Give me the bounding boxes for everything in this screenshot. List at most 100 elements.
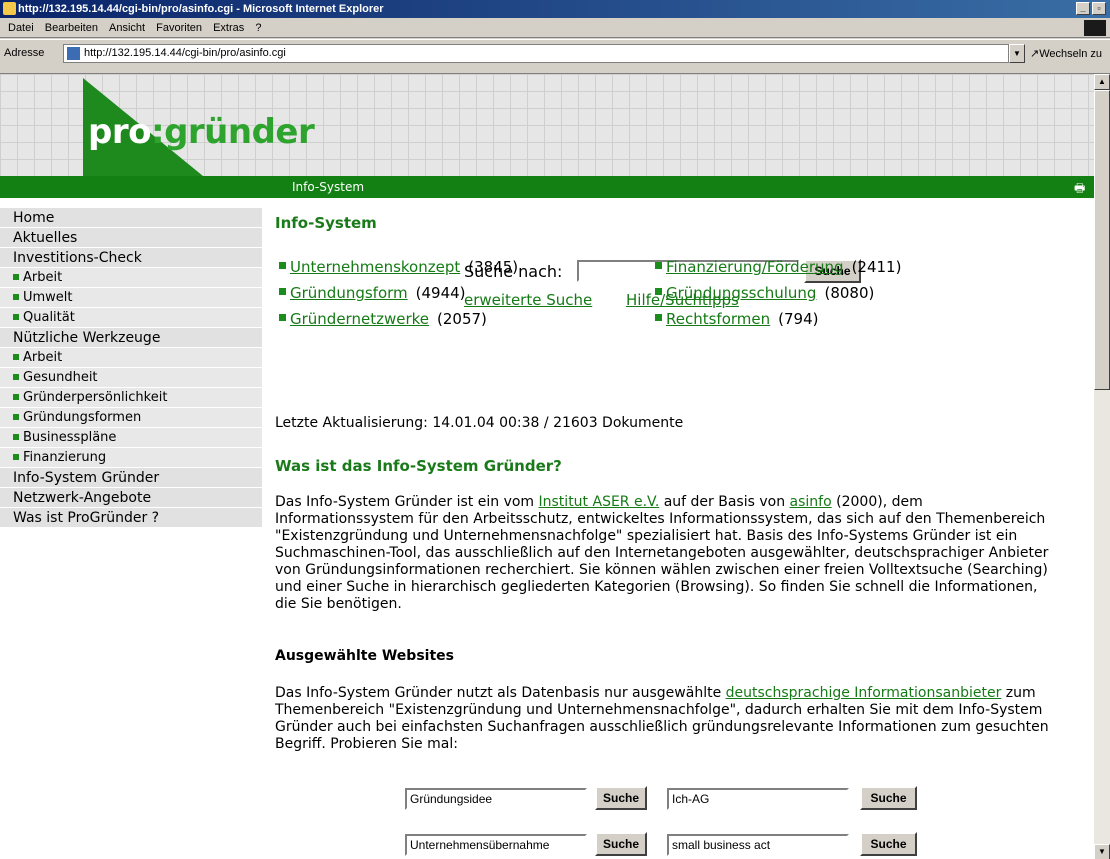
- bullet-icon: [13, 433, 19, 440]
- bullet-icon: [279, 288, 286, 295]
- sidebar-item-label: Umwelt: [23, 290, 73, 305]
- example-search-button-2[interactable]: Suche: [860, 786, 917, 810]
- sidebar-item-label: Gründungsformen: [23, 410, 142, 425]
- sidebar-item-label: Was ist ProGründer ?: [13, 510, 160, 526]
- example-input-3[interactable]: Unternehmensübernahme: [405, 834, 587, 856]
- bullet-icon: [13, 373, 19, 380]
- scroll-down-button[interactable]: ▼: [1094, 844, 1110, 859]
- sidebar-item-label: Finanzierung: [23, 450, 107, 465]
- go-arrow-icon: ↗: [1030, 48, 1040, 60]
- sidebar-item-label: Aktuelles: [13, 230, 78, 246]
- minimize-button[interactable]: _: [1076, 2, 1090, 15]
- sidebar-item[interactable]: Umwelt: [0, 288, 262, 308]
- example-input-4[interactable]: small business act: [667, 834, 849, 856]
- bullet-icon: [13, 353, 19, 360]
- example-input-2[interactable]: Ich-AG: [667, 788, 849, 810]
- address-dropdown-button[interactable]: ▼: [1009, 44, 1025, 63]
- sidebar-item-label: Info-System Gründer: [13, 470, 160, 486]
- site-logo[interactable]: pro:gründer: [88, 112, 315, 152]
- advanced-search-link[interactable]: erweiterte Suche: [464, 291, 592, 309]
- ie-icon: [3, 2, 16, 15]
- sidebar-item-label: Netzwerk-Angebote: [13, 490, 152, 506]
- sidebar-item-label: Arbeit: [23, 270, 63, 285]
- sidebar-item[interactable]: Qualität: [0, 308, 262, 328]
- bullet-icon: [13, 413, 19, 420]
- address-label: Adresse: [4, 47, 45, 59]
- page-title: Info-System: [275, 214, 377, 232]
- sidebar-item[interactable]: Arbeit: [0, 348, 262, 368]
- sidebar-item[interactable]: Gründerpersönlichkeit: [0, 388, 262, 408]
- bullet-icon: [279, 314, 286, 321]
- aser-link[interactable]: Institut ASER e.V.: [539, 494, 660, 510]
- about-text-1: Das Info-System Gründer ist ein vom: [275, 494, 539, 510]
- sidebar-item-label: Investitions-Check: [13, 250, 142, 266]
- providers-link[interactable]: deutschsprachige Informationsanbieter: [726, 685, 1002, 701]
- about-heading: Was ist das Info-System Gründer?: [275, 457, 562, 475]
- bullet-icon: [13, 293, 19, 300]
- sidebar-item[interactable]: Netzwerk-Angebote: [0, 488, 262, 508]
- sidebar-item-label: Gründerpersönlichkeit: [23, 390, 168, 405]
- window-titlebar: http://132.195.14.44/cgi-bin/pro/asinfo.…: [0, 0, 1110, 18]
- sidebar-item[interactable]: Was ist ProGründer ?: [0, 508, 262, 528]
- category-count: (794): [778, 310, 819, 328]
- logo-text-pro: pro: [88, 112, 151, 152]
- windows-logo-icon: [1084, 20, 1106, 36]
- bullet-icon: [279, 262, 286, 269]
- maximize-button[interactable]: ▫: [1092, 2, 1106, 15]
- menu-extras[interactable]: Extras: [213, 18, 244, 38]
- sidebar-item[interactable]: Aktuelles: [0, 228, 262, 248]
- websites-text-1: Das Info-System Gründer nutzt als Datenb…: [275, 685, 726, 701]
- sidebar-item[interactable]: Info-System Gründer: [0, 468, 262, 488]
- section-bar-title: Info-System: [292, 180, 365, 194]
- sidebar-item-label: Nützliche Werkzeuge: [13, 330, 161, 346]
- address-input[interactable]: http://132.195.14.44/cgi-bin/pro/asinfo.…: [63, 44, 1009, 63]
- category-link[interactable]: Gründungsschulung: [666, 284, 816, 302]
- sidebar-item[interactable]: Gründungsformen: [0, 408, 262, 428]
- menu-bar: Datei Bearbeiten Ansicht Favoriten Extra…: [0, 18, 1110, 38]
- sidebar-item-label: Arbeit: [23, 350, 63, 365]
- scroll-thumb[interactable]: [1094, 90, 1110, 390]
- example-search-button-3[interactable]: Suche: [595, 832, 647, 856]
- asinfo-link[interactable]: asinfo: [790, 494, 832, 510]
- category-item: Rechtsformen (794): [655, 310, 818, 328]
- example-search-button-4[interactable]: Suche: [860, 832, 917, 856]
- bullet-icon: [655, 262, 662, 269]
- sidebar-item[interactable]: Businesspläne: [0, 428, 262, 448]
- page-icon: [67, 47, 80, 60]
- sidebar-item[interactable]: Home: [0, 208, 262, 228]
- scroll-up-button[interactable]: ▲: [1094, 74, 1110, 90]
- sidebar-item-label: Home: [13, 210, 55, 226]
- sidebar-item-label: Qualität: [23, 310, 75, 325]
- bullet-icon: [13, 313, 19, 320]
- category-link[interactable]: Gründungsform: [290, 284, 408, 302]
- example-search-button-1[interactable]: Suche: [595, 786, 647, 810]
- category-item: Gründungsform (4944): [279, 284, 466, 302]
- menu-ansicht[interactable]: Ansicht: [109, 18, 145, 38]
- sidebar-item[interactable]: Nützliche Werkzeuge: [0, 328, 262, 348]
- bullet-icon: [655, 288, 662, 295]
- logo-text-gruender: :gründer: [150, 112, 315, 152]
- about-text-3: (2000), dem Informationssystem für den A…: [275, 494, 1049, 612]
- go-button[interactable]: ↗Wechseln zu: [1030, 47, 1102, 60]
- category-link[interactable]: Rechtsformen: [666, 310, 770, 328]
- sidebar-item-label: Businesspläne: [23, 430, 117, 445]
- vertical-scrollbar[interactable]: ▲ ▼: [1094, 74, 1110, 859]
- menu-datei[interactable]: Datei: [8, 18, 34, 38]
- sidebar-item[interactable]: Finanzierung: [0, 448, 262, 468]
- sidebar-item[interactable]: Investitions-Check: [0, 248, 262, 268]
- menu-bearbeiten[interactable]: Bearbeiten: [45, 18, 98, 38]
- example-input-1[interactable]: Gründungsidee: [405, 788, 587, 810]
- category-link[interactable]: Gründernetzwerke: [290, 310, 429, 328]
- printer-icon[interactable]: 🖶: [1074, 179, 1088, 195]
- sidebar-item[interactable]: Arbeit: [0, 268, 262, 288]
- sidebar-item[interactable]: Gesundheit: [0, 368, 262, 388]
- category-count: (2057): [437, 310, 487, 328]
- go-label: Wechseln zu: [1039, 48, 1102, 60]
- category-link[interactable]: Unternehmenskonzept: [290, 258, 460, 276]
- sidebar-item-label: Gesundheit: [23, 370, 98, 385]
- category-item: Gründernetzwerke (2057): [279, 310, 487, 328]
- menu-help[interactable]: ?: [255, 18, 261, 38]
- category-count: (3845): [468, 258, 519, 276]
- menu-favoriten[interactable]: Favoriten: [156, 18, 202, 38]
- category-link[interactable]: Finanzierung/Förderung: [666, 258, 844, 276]
